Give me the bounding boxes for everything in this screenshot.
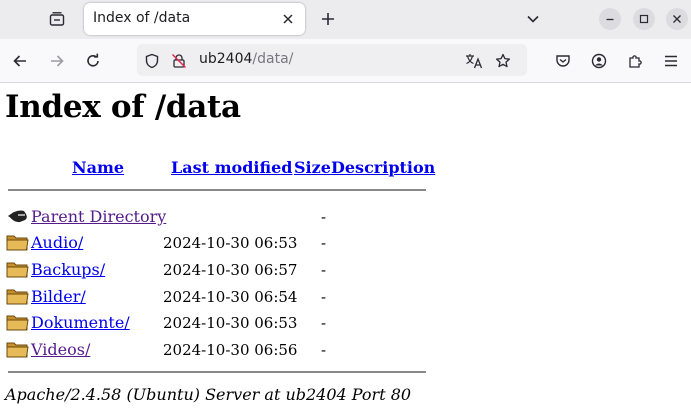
server-signature: Apache/2.4.58 (Ubuntu) Server at ub2404 … bbox=[5, 385, 412, 404]
plus-icon bbox=[322, 13, 334, 25]
url-path: /data/ bbox=[252, 51, 294, 67]
list-all-tabs-button[interactable] bbox=[523, 9, 543, 29]
bookmark-star-button[interactable] bbox=[494, 52, 512, 70]
arrow-right-icon bbox=[51, 55, 64, 67]
folder-icon bbox=[6, 262, 29, 278]
parent-directory-link[interactable]: Parent Directory bbox=[31, 207, 166, 226]
row-modified-date: 2024-10-30 06:53 bbox=[163, 234, 298, 252]
app-menu-button[interactable] bbox=[660, 50, 682, 72]
chevron-down-icon bbox=[527, 15, 539, 23]
star-icon bbox=[495, 53, 511, 68]
folder-icon bbox=[6, 289, 29, 305]
tab-title: Index of /data bbox=[93, 10, 191, 26]
translate-icon bbox=[466, 54, 483, 69]
tracking-protection-button[interactable] bbox=[143, 52, 161, 70]
maximize-icon bbox=[639, 14, 649, 24]
row-modified-date: 2024-10-30 06:57 bbox=[163, 261, 298, 279]
column-header-name[interactable]: Name bbox=[72, 158, 124, 177]
arrow-left-icon bbox=[13, 55, 26, 67]
row-modified-date: 2024-10-30 06:53 bbox=[163, 314, 298, 332]
hamburger-menu-icon bbox=[665, 55, 677, 67]
tab-strip: Index of /data bbox=[0, 0, 691, 39]
column-header-description[interactable]: Description bbox=[331, 158, 435, 177]
page-content: Index of /data Name Last modified Size D… bbox=[0, 83, 691, 410]
tab-close-button[interactable] bbox=[280, 11, 296, 27]
directory-link[interactable]: Videos/ bbox=[31, 340, 90, 359]
row-size: - bbox=[321, 288, 327, 306]
minimize-button[interactable] bbox=[599, 8, 621, 30]
directory-link[interactable]: Bilder/ bbox=[31, 287, 86, 306]
translate-button[interactable] bbox=[465, 52, 483, 70]
firefox-view-button[interactable] bbox=[44, 8, 70, 30]
close-window-button[interactable] bbox=[666, 8, 688, 30]
row-size: - bbox=[321, 314, 327, 332]
row-modified-date: 2024-10-30 06:56 bbox=[163, 341, 298, 359]
maximize-button[interactable] bbox=[633, 8, 655, 30]
reload-icon bbox=[87, 53, 99, 67]
column-header-last-modified[interactable]: Last modified bbox=[171, 158, 292, 177]
row-size: - bbox=[321, 234, 327, 252]
url-bar[interactable]: ub2404/data/ bbox=[137, 44, 527, 76]
close-icon bbox=[283, 14, 293, 24]
tab-active[interactable]: Index of /data bbox=[84, 3, 305, 35]
folder-icon bbox=[6, 315, 29, 331]
shield-icon bbox=[145, 53, 159, 69]
account-icon bbox=[591, 53, 607, 69]
row-size: - bbox=[321, 341, 327, 359]
tab-list-icon bbox=[49, 12, 65, 26]
pocket-icon bbox=[556, 55, 570, 67]
forward-button[interactable] bbox=[46, 50, 68, 72]
extensions-button[interactable] bbox=[624, 50, 646, 72]
column-header-size[interactable]: Size bbox=[294, 158, 331, 177]
directory-link[interactable]: Backups/ bbox=[31, 260, 105, 279]
site-info-button[interactable] bbox=[170, 52, 188, 70]
url-host: ub2404 bbox=[199, 51, 253, 67]
account-button[interactable] bbox=[588, 50, 610, 72]
footer-divider bbox=[8, 371, 426, 373]
reload-button[interactable] bbox=[82, 50, 104, 72]
new-tab-button[interactable] bbox=[318, 9, 338, 29]
row-size: - bbox=[321, 208, 327, 226]
folder-icon bbox=[6, 235, 29, 251]
header-divider bbox=[8, 189, 426, 191]
pocket-button[interactable] bbox=[552, 50, 574, 72]
row-modified-date: 2024-10-30 06:54 bbox=[163, 288, 298, 306]
back-button[interactable] bbox=[9, 50, 31, 72]
directory-link[interactable]: Audio/ bbox=[31, 233, 83, 252]
minimize-icon bbox=[606, 18, 614, 21]
close-window-icon bbox=[673, 15, 681, 23]
page-title: Index of /data bbox=[5, 89, 241, 125]
directory-link[interactable]: Dokumente/ bbox=[31, 313, 130, 332]
puzzle-icon bbox=[629, 55, 642, 68]
row-size: - bbox=[321, 261, 327, 279]
folder-icon bbox=[6, 342, 29, 358]
insecure-lock-icon bbox=[171, 53, 187, 69]
url-text: ub2404/data/ bbox=[199, 51, 293, 67]
back-arrow-icon bbox=[8, 210, 27, 223]
